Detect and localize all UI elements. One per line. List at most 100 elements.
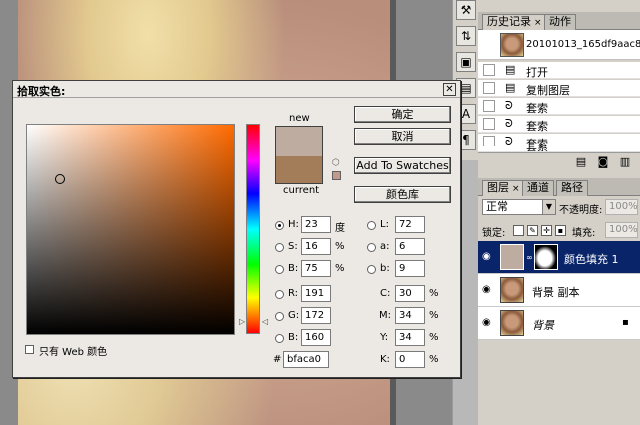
layer-thumbnail (500, 310, 524, 336)
web-colors-only-label: 只有 Web 颜色 (39, 347, 108, 358)
layers-icon[interactable]: ▣ (456, 52, 476, 72)
color-libraries-button[interactable]: 颜色库 (354, 186, 451, 203)
fill-label: 填充: (572, 228, 596, 239)
tab-actions[interactable]: 动作 (544, 14, 576, 30)
tab-history[interactable]: 历史记录 × (482, 14, 547, 30)
blue-input[interactable]: 160 (301, 329, 331, 346)
lasso-icon: ᘐ (505, 99, 513, 112)
dialog-title: 拾取实色: (17, 85, 66, 98)
hue-slider-left-arrow-icon[interactable]: ▷ (239, 317, 245, 326)
lasso-icon: ᘐ (505, 117, 513, 130)
radio-green[interactable] (275, 312, 284, 321)
tab-channels[interactable]: 通道 (522, 180, 554, 196)
hue-slider-right-arrow-icon[interactable]: ◁ (262, 317, 268, 326)
saturation-input[interactable]: 16 (301, 238, 331, 255)
blend-mode-select[interactable]: 正常 ▼ (482, 199, 556, 215)
trash-icon[interactable]: ▥ (618, 155, 632, 168)
history-step[interactable]: ▤ 打开 (478, 62, 640, 79)
radio-lab-a[interactable] (367, 243, 376, 252)
lock-brush-icon[interactable]: ✎ (527, 225, 538, 236)
history-source-checkbox[interactable] (483, 82, 495, 94)
layer-row[interactable]: ◉ 背景 ▪ (478, 307, 640, 340)
history-snapshot[interactable]: 20101013_165df9aac807... (478, 30, 640, 60)
opacity-label: 不透明度: (559, 205, 603, 216)
history-footer: ▤ ◙ ▥ (478, 152, 640, 170)
hue-slider[interactable] (246, 124, 260, 334)
web-colors-only-checkbox[interactable] (25, 345, 34, 354)
dialog-titlebar[interactable]: 拾取实色: ✕ (13, 81, 460, 98)
opacity-input[interactable]: 100% (605, 199, 638, 215)
layer-thumbnail (500, 277, 524, 303)
lock-icon: ▪ (622, 317, 629, 328)
link-icon: ∞ (526, 253, 533, 262)
lab-b-input[interactable]: 9 (395, 260, 425, 277)
yellow-input[interactable]: 34 (395, 329, 425, 346)
current-color-swatch[interactable] (275, 156, 323, 184)
history-tabbar: 历史记录 × 动作 (478, 12, 640, 30)
new-color-swatch (275, 126, 323, 156)
hammer-icon[interactable]: ⚒ (456, 0, 476, 20)
eye-icon[interactable]: ◉ (482, 318, 494, 328)
document-icon: ▤ (505, 81, 516, 94)
hex-input[interactable]: bfaca0 (283, 351, 329, 368)
radio-lab-b[interactable] (367, 265, 376, 274)
color-field[interactable] (26, 124, 235, 335)
layer-mask-thumbnail[interactable] (534, 244, 558, 270)
history-source-checkbox[interactable] (483, 64, 495, 76)
new-color-label: new (289, 113, 310, 124)
snapshot-thumbnail (500, 33, 524, 57)
brightness-input[interactable]: 75 (301, 260, 331, 277)
new-document-icon[interactable]: ▤ (574, 155, 588, 168)
radio-hue[interactable] (275, 221, 284, 230)
history-source-checkbox[interactable] (483, 118, 495, 130)
black-input[interactable]: 0 (395, 351, 425, 368)
history-source-checkbox[interactable] (483, 100, 495, 112)
right-panels: 历史记录× 动作 20101013_165df9aac807... ▤ 打开 ▤… (478, 0, 640, 425)
magenta-input[interactable]: 34 (395, 307, 425, 324)
radio-brightness[interactable] (275, 265, 284, 274)
history-step[interactable]: ᘐ 套索 (478, 116, 640, 133)
color-picker-dialog: 拾取实色: ✕ ▷ ◁ new current ⬡ 确定 取消 Add To S… (12, 80, 461, 378)
red-input[interactable]: 191 (301, 285, 331, 302)
lock-move-icon[interactable]: ✛ (541, 225, 552, 236)
layer-row[interactable]: ◉ ∞ 颜色填充 1 (478, 241, 640, 274)
layers-tabbar: 图层 × 通道 路径 (478, 178, 640, 196)
tab-layers[interactable]: 图层 × (482, 180, 525, 196)
snapshot-label: 20101013_165df9aac807... (526, 39, 640, 50)
fill-input[interactable]: 100% (605, 222, 638, 238)
history-step[interactable]: ▤ 复制图层 (478, 80, 640, 97)
history-brush-icon[interactable]: ⇅ (456, 26, 476, 46)
radio-saturation[interactable] (275, 243, 284, 252)
current-color-label: current (283, 185, 320, 196)
camera-icon[interactable]: ◙ (596, 155, 610, 168)
lab-a-input[interactable]: 6 (395, 238, 425, 255)
lab-l-input[interactable]: 72 (395, 216, 425, 233)
lock-label: 锁定: (482, 228, 506, 239)
color-field-cursor[interactable] (55, 174, 65, 184)
radio-red[interactable] (275, 290, 284, 299)
cancel-button[interactable]: 取消 (354, 128, 451, 145)
green-input[interactable]: 172 (301, 307, 331, 324)
close-icon[interactable]: ✕ (443, 83, 456, 96)
close-icon[interactable]: × (534, 18, 542, 28)
gamut-warning-swatch[interactable] (332, 171, 341, 180)
hex-label: # (273, 354, 282, 365)
cyan-input[interactable]: 30 (395, 285, 425, 302)
layers-panel: 正常 ▼ 不透明度: 100% 锁定: ✎ ✛ ▪ 填充: 100% ◉ ∞ 颜… (478, 196, 640, 425)
eye-icon[interactable]: ◉ (482, 252, 494, 262)
history-step[interactable]: ᘐ 套索 (478, 98, 640, 115)
tab-paths[interactable]: 路径 (556, 180, 588, 196)
eye-icon[interactable]: ◉ (482, 285, 494, 295)
ok-button[interactable]: 确定 (354, 106, 451, 123)
layer-row[interactable]: ◉ 背景 副本 (478, 274, 640, 307)
lock-transparency-icon[interactable] (513, 225, 524, 236)
gamut-warning-icon[interactable]: ⬡ (332, 158, 342, 168)
close-icon[interactable]: × (512, 184, 520, 194)
chevron-down-icon: ▼ (542, 200, 555, 214)
fill-layer-thumbnail (500, 244, 524, 270)
radio-lightness[interactable] (367, 221, 376, 230)
add-to-swatches-button[interactable]: Add To Swatches (354, 157, 451, 174)
radio-blue[interactable] (275, 334, 284, 343)
hue-input[interactable]: 23 (301, 216, 331, 233)
lock-all-icon[interactable]: ▪ (555, 225, 566, 236)
